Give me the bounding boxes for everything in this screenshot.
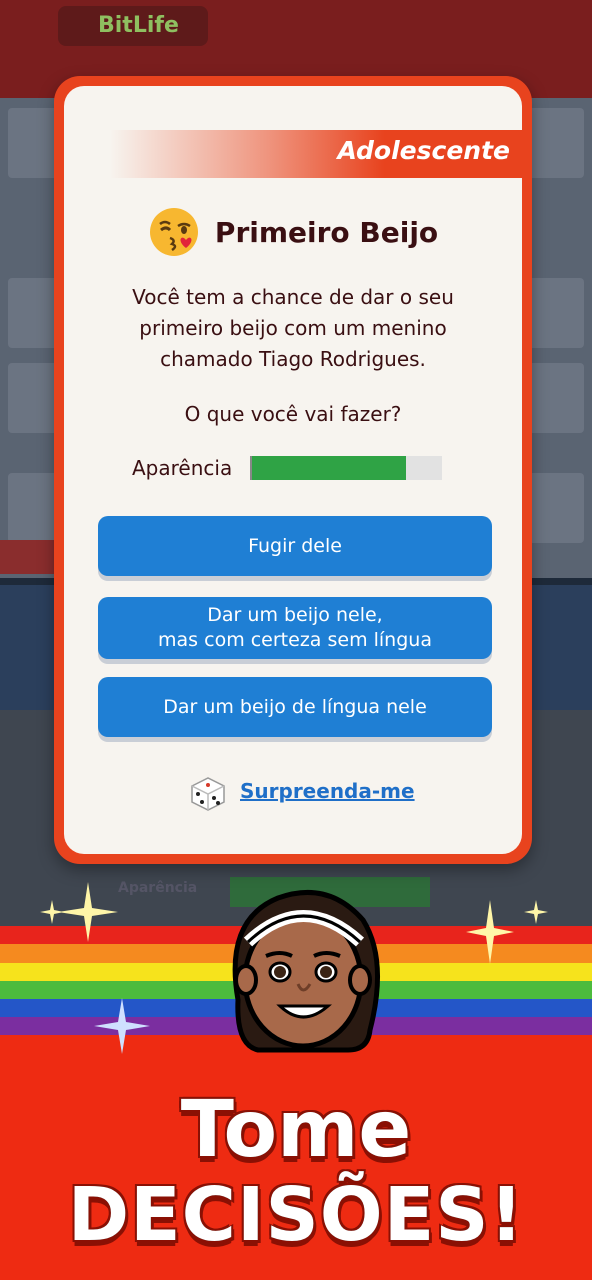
event-dialog: Adolescente Primeiro Beijo Você tem a ch… [64,86,522,854]
choice-button-run-away[interactable]: Fugir dele [98,516,492,576]
choice-label: Fugir dele [248,534,342,557]
dice-icon [191,777,225,811]
life-stage-banner: Adolescente [64,130,522,178]
choice-label-line2: mas com certeza sem língua [158,629,432,651]
sparkle-icon [94,998,150,1054]
choice-label: Dar um beijo nele, [207,604,383,626]
sparkle-icon [40,882,118,942]
choice-button-french-kiss[interactable]: Dar um beijo de língua nele [98,677,492,737]
stat-bar-track [250,456,442,480]
kissing-face-emoji-icon [149,208,198,256]
promo-headline-line1: Tome [180,1085,412,1175]
character-avatar [232,889,380,1053]
surprise-me-label[interactable]: Surpreenda-me [240,779,415,803]
choice-label: Dar um beijo de língua nele [163,695,427,718]
dialog-description: Você tem a chance de dar o seu primeiro … [132,285,454,371]
stat-label: Aparência [132,456,233,480]
sparkle-icon [466,900,548,964]
dialog-title: Primeiro Beijo [214,215,439,249]
background-stat-label: Aparência [118,880,198,896]
stat-bar-fill [252,456,406,480]
dialog-title-row: Primeiro Beijo [64,206,522,262]
app-logo: BitLife [58,6,208,46]
life-stage-label: Adolescente [337,136,510,165]
choice-button-kiss-no-tongue[interactable]: Dar um beijo nele, mas com certeza sem l… [98,597,492,659]
promo-headline-line2: DECISÕES! [67,1172,525,1258]
dialog-question: O que você vai fazer? [184,402,402,426]
